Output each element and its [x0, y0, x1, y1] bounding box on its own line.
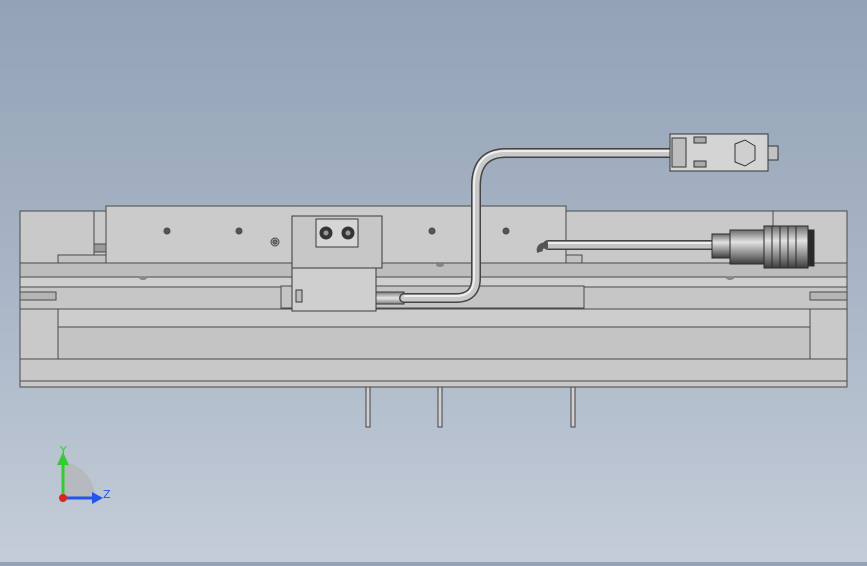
cad-viewport[interactable]: Y Z: [0, 0, 867, 562]
screw-hole: [502, 227, 510, 235]
screw-hole: [235, 227, 243, 235]
screw-hole: [163, 227, 171, 235]
triad-sector: [63, 462, 96, 498]
rail-hole: [139, 276, 147, 280]
x-axis-origin: [59, 494, 67, 502]
coordinate-triad: Y Z: [57, 444, 111, 504]
rail-hole: [436, 263, 444, 267]
z-axis-label: Z: [103, 488, 111, 501]
bottom-pins: [365, 386, 576, 428]
sensor-connector: [669, 133, 779, 172]
assembly-drawing: Y Z: [19, 133, 848, 504]
y-axis-label: Y: [59, 444, 67, 457]
sensor-bracket: [291, 215, 383, 312]
left-end-cap: [19, 210, 107, 264]
rail-hole: [726, 276, 734, 280]
screw-hole: [428, 227, 436, 235]
